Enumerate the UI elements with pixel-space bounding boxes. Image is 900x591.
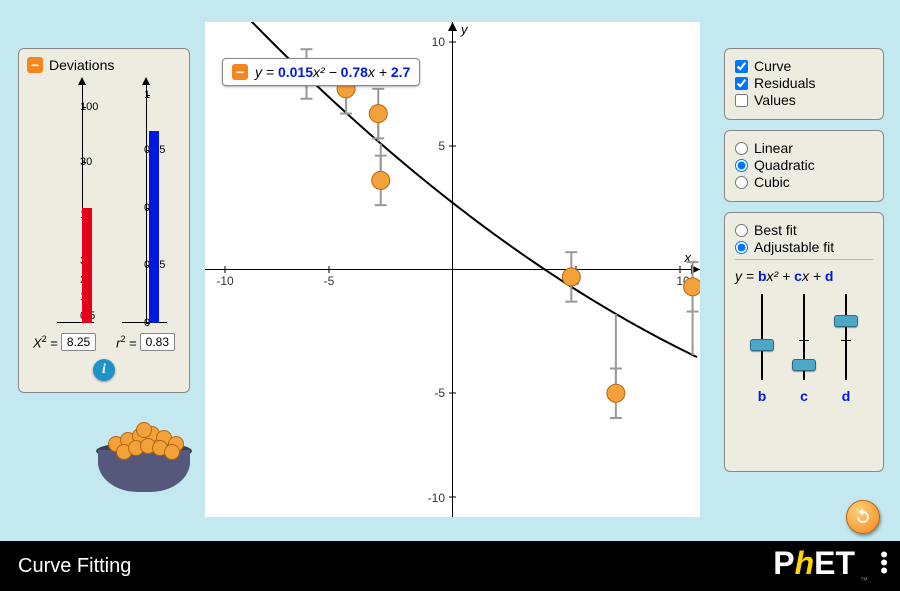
data-point[interactable] <box>607 384 625 402</box>
svg-text:10: 10 <box>432 35 446 49</box>
cubic-radio-row[interactable]: Cubic <box>735 174 873 190</box>
equation-readout[interactable]: − y = 0.015x² − 0.78x + 2.7 <box>222 58 420 86</box>
collapse-icon[interactable]: − <box>232 64 248 80</box>
svg-text:-10: -10 <box>216 274 234 288</box>
fit-panel: Best fit Adjustable fit y = bx² + cx + d… <box>724 212 884 472</box>
navigation-bar: Curve Fitting PhET ™ ••• <box>0 541 900 591</box>
bestfit-radio[interactable] <box>735 224 748 237</box>
point-bucket[interactable] <box>98 422 190 492</box>
svg-text:-5: -5 <box>434 386 445 400</box>
quadratic-radio[interactable] <box>735 159 748 172</box>
chi2-bar <box>82 208 92 323</box>
data-point[interactable] <box>372 171 390 189</box>
svg-text:-5: -5 <box>324 274 335 288</box>
slider-d[interactable]: d <box>834 290 858 400</box>
svg-text:5: 5 <box>438 139 445 153</box>
svg-text:-10: -10 <box>428 491 446 505</box>
residuals-group <box>300 49 698 418</box>
data-point[interactable] <box>562 268 580 286</box>
slider-b[interactable]: b <box>750 290 774 400</box>
slider-c[interactable]: c <box>792 290 816 400</box>
simulation-area: − Deviations 0.5 1 2 3 10 30 100 0 0. <box>0 0 900 541</box>
curve-checkbox[interactable] <box>735 60 748 73</box>
chi2-barometer: 0.5 1 2 3 10 30 100 <box>27 83 104 323</box>
values-checkbox-row[interactable]: Values <box>735 92 873 108</box>
residuals-checkbox[interactable] <box>735 77 748 90</box>
phet-menu-icon[interactable]: ••• <box>880 551 888 575</box>
deviations-title: Deviations <box>49 57 114 73</box>
adjustable-radio-row[interactable]: Adjustable fit <box>735 239 873 255</box>
phet-logo[interactable]: PhET <box>773 545 855 582</box>
adjustable-radio[interactable] <box>735 241 748 254</box>
deviations-panel: − Deviations 0.5 1 2 3 10 30 100 0 0. <box>18 48 190 393</box>
linear-radio-row[interactable]: Linear <box>735 140 873 156</box>
data-point[interactable] <box>369 105 387 123</box>
deviations-charts: 0.5 1 2 3 10 30 100 0 0.25 0.5 0.75 1 <box>27 83 181 323</box>
quadratic-radio-row[interactable]: Quadratic <box>735 157 873 173</box>
info-icon[interactable]: i <box>93 359 115 381</box>
cubic-radio[interactable] <box>735 176 748 189</box>
graph-area[interactable]: x y -10 -5 5 10 10 5 -5 -10 <box>205 22 700 517</box>
curve-checkbox-row[interactable]: Curve <box>735 58 873 74</box>
order-panel: Linear Quadratic Cubic <box>724 130 884 202</box>
chi2-readout: X2 = 8.25 <box>33 333 96 351</box>
view-options-panel: Curve Residuals Values <box>724 48 884 120</box>
y-axis-label: y <box>460 22 469 37</box>
fit-equation-template: y = bx² + cx + d <box>735 268 873 284</box>
collapse-icon[interactable]: − <box>27 57 43 73</box>
residuals-checkbox-row[interactable]: Residuals <box>735 75 873 91</box>
sim-title: Curve Fitting <box>18 555 131 578</box>
equation-text: y = 0.015x² − 0.78x + 2.7 <box>255 64 410 80</box>
r2-readout: r2 = 0.83 <box>116 333 175 351</box>
r2-bar <box>149 131 159 323</box>
linear-radio[interactable] <box>735 142 748 155</box>
values-checkbox[interactable] <box>735 94 748 107</box>
reset-button[interactable] <box>846 500 880 534</box>
bestfit-radio-row[interactable]: Best fit <box>735 222 873 238</box>
data-point[interactable] <box>684 278 700 296</box>
r2-barometer: 0 0.25 0.5 0.75 1 <box>104 83 181 323</box>
data-points-group <box>297 65 700 402</box>
